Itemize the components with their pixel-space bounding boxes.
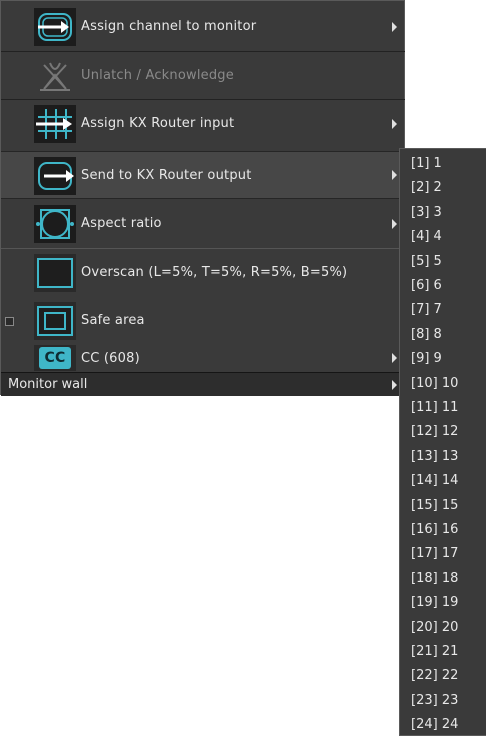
unlatch-icon — [34, 57, 76, 95]
menu-item-label: Unlatch / Acknowledge — [81, 68, 234, 83]
safe-area-icon — [34, 302, 76, 340]
submenu-item-output[interactable]: [5] 5 — [411, 250, 442, 274]
menu-item-safe-area[interactable]: Safe area — [1, 297, 405, 344]
submenu-item-output[interactable]: [6] 6 — [411, 274, 442, 298]
submenu-item-output[interactable]: [19] 19 — [411, 591, 458, 615]
aspect-ratio-icon — [34, 205, 76, 243]
menu-item-unlatch: Unlatch / Acknowledge — [1, 52, 405, 99]
menu-item-assign-channel[interactable]: Assign channel to monitor — [1, 3, 405, 50]
menu-item-label: Send to KX Router output — [81, 167, 252, 183]
menu-item-label: CC (608) — [81, 350, 140, 366]
menu-item-label: Monitor wall — [8, 377, 88, 392]
submenu-item-output[interactable]: [1] 1 — [411, 152, 442, 176]
menu-item-monitor-wall[interactable]: Monitor wall — [1, 372, 405, 396]
overscan-icon — [34, 254, 76, 292]
submenu-arrow-icon — [392, 353, 397, 363]
menu-item-cc[interactable]: CC CC (608) — [1, 345, 405, 371]
submenu-item-output[interactable]: [13] 13 — [411, 445, 458, 469]
submenu-item-output[interactable]: [17] 17 — [411, 542, 458, 566]
submenu-item-output[interactable]: [23] 23 — [411, 689, 458, 713]
submenu-item-output[interactable]: [2] 2 — [411, 176, 442, 200]
menu-item-label: Overscan (L=5%, T=5%, R=5%, B=5%) — [81, 265, 348, 280]
submenu-item-output[interactable]: [16] 16 — [411, 518, 458, 542]
menu-item-label: Safe area — [81, 313, 145, 328]
cc-icon: CC — [34, 345, 76, 371]
router-output-submenu: [1] 1 [2] 2 [3] 3 [4] 4 [5] 5 [6] 6 [7] 7 [8] 8… — [399, 148, 486, 736]
submenu-arrow-icon — [392, 379, 397, 390]
submenu-item-output[interactable]: [10] 10 — [411, 372, 458, 396]
submenu-item-output[interactable]: [14] 14 — [411, 469, 458, 493]
submenu-item-output[interactable]: [7] 7 — [411, 298, 442, 322]
submenu-arrow-icon — [392, 170, 397, 180]
submenu-arrow-icon — [392, 21, 397, 32]
submenu-item-output[interactable]: [21] 21 — [411, 640, 458, 664]
submenu-item-output[interactable]: [24] 24 — [411, 713, 458, 737]
context-menu: Assign channel to monitor Unlatch / Ackn… — [0, 0, 405, 396]
assign-channel-icon — [34, 8, 76, 46]
cc-badge: CC — [39, 347, 71, 369]
router-input-icon — [34, 105, 76, 143]
menu-item-router-input[interactable]: Assign KX Router input — [1, 100, 405, 147]
menu-item-overscan[interactable]: Overscan (L=5%, T=5%, R=5%, B=5%) — [1, 249, 405, 296]
submenu-arrow-icon — [392, 118, 397, 129]
submenu-item-output[interactable]: [11] 11 — [411, 396, 458, 420]
submenu-item-output[interactable]: [20] 20 — [411, 616, 458, 640]
submenu-item-output[interactable]: [4] 4 — [411, 225, 442, 249]
menu-item-label: Assign KX Router input — [81, 116, 235, 131]
submenu-item-output[interactable]: [12] 12 — [411, 420, 458, 444]
submenu-item-output[interactable]: [3] 3 — [411, 201, 442, 225]
router-output-icon — [34, 157, 76, 195]
submenu-item-output[interactable]: [15] 15 — [411, 494, 458, 518]
menu-item-router-output[interactable]: Send to KX Router output — [1, 151, 405, 199]
menu-item-label: Assign channel to monitor — [81, 19, 257, 34]
submenu-item-output[interactable]: [9] 9 — [411, 347, 442, 371]
menu-item-label: Aspect ratio — [81, 216, 162, 231]
submenu-item-output[interactable]: [22] 22 — [411, 664, 458, 688]
submenu-item-output[interactable]: [18] 18 — [411, 567, 458, 591]
submenu-arrow-icon — [392, 218, 397, 229]
submenu-item-output[interactable]: [8] 8 — [411, 323, 442, 347]
safe-area-checkbox[interactable] — [5, 316, 14, 326]
menu-item-aspect-ratio[interactable]: Aspect ratio — [1, 200, 405, 247]
